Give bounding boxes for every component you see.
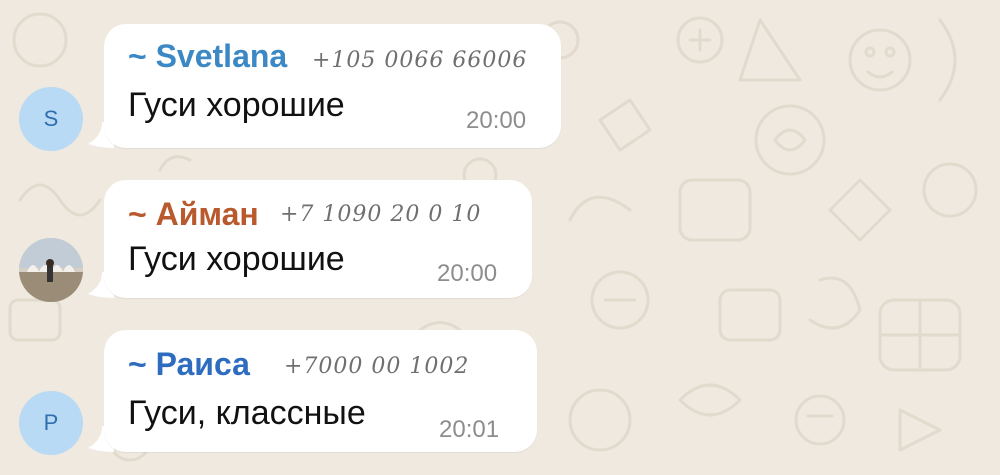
- message-text: Гуси хорошие: [128, 240, 345, 278]
- avatar-letter: S: [43, 106, 59, 131]
- sender-phone: +7 1090 20 0 10: [280, 202, 482, 227]
- avatar[interactable]: [19, 238, 83, 302]
- message-text: Гуси хорошие: [128, 86, 345, 124]
- sender-phone: +105 0066 66006: [312, 48, 528, 73]
- message-time: 20:00: [466, 107, 527, 134]
- sender-name[interactable]: ~ Айман: [128, 196, 259, 233]
- message-time: 20:01: [439, 416, 500, 443]
- avatar-photo-icon: [19, 238, 83, 302]
- sender-phone: +7000 00 1002: [284, 354, 470, 379]
- message-text: Гуси, классные: [128, 394, 366, 432]
- message-bubble[interactable]: ~ Раиса +7000 00 1002 Гуси, классные 20:…: [104, 330, 537, 452]
- sender-name[interactable]: ~ Раиса: [128, 346, 250, 383]
- sender-name[interactable]: ~ Svetlana: [128, 38, 287, 75]
- message-time: 20:00: [437, 260, 498, 287]
- avatar-letter: P: [43, 410, 59, 435]
- message-bubble[interactable]: ~ Айман +7 1090 20 0 10 Гуси хорошие 20:…: [104, 180, 532, 298]
- message-bubble[interactable]: ~ Svetlana +105 0066 66006 Гуси хорошие …: [104, 24, 561, 148]
- avatar[interactable]: P: [19, 391, 83, 455]
- avatar[interactable]: S: [19, 87, 83, 151]
